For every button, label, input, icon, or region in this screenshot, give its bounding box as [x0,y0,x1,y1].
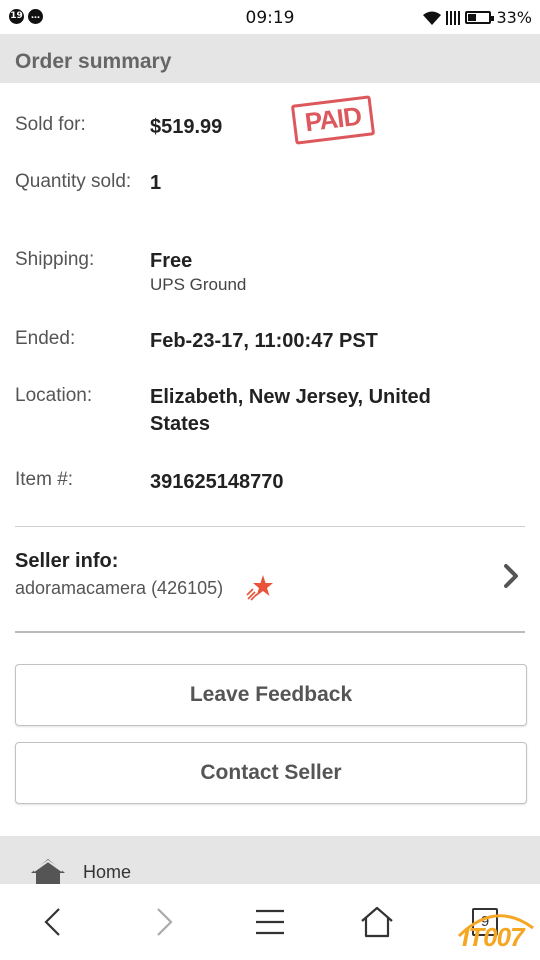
status-bar: 19 … 09:19 33% [0,0,540,34]
back-icon[interactable] [36,904,72,940]
quantity-label: Quantity sold: [15,171,132,192]
signal-icon [446,10,461,25]
footer-nav: Home [0,836,540,886]
home-nav-icon[interactable] [359,904,395,940]
seller-star-icon [246,575,273,601]
home-link[interactable]: Home [20,850,160,886]
shipping-service: UPS Ground [150,275,247,294]
location-label: Location: [15,385,93,406]
item-number-label: Item #: [15,469,74,490]
location-value: Elizabeth, New Jersey, United States [150,386,431,435]
shipping-label: Shipping: [15,249,95,270]
home-icon [31,859,65,886]
chevron-right-icon [504,564,518,588]
sold-for-label: Sold for: [15,114,86,135]
watermark-text: IT007 [462,922,524,952]
leave-feedback-button[interactable]: Leave Feedback [15,664,527,726]
divider [15,526,525,527]
status-right: 33% [423,8,532,27]
seller-name: adoramacamera (426105) [15,578,224,598]
shipping-value: Free [150,250,193,272]
battery-icon [465,11,495,24]
ended-label: Ended: [15,328,76,349]
divider [15,631,525,633]
battery-percent: 33% [496,8,532,27]
forward-icon[interactable] [145,904,181,940]
item-number-value: 391625148770 [150,471,284,493]
seller-info-title: Seller info: [15,550,119,572]
order-summary-header: Order summary [0,34,540,83]
menu-icon[interactable] [252,904,288,940]
quantity-value: 1 [150,172,162,194]
seller-info-row[interactable]: Seller info: adoramacamera (426105) [0,540,540,620]
contact-seller-button[interactable]: Contact Seller [15,742,527,804]
home-label: Home [83,862,132,882]
wifi-icon [423,11,442,25]
ended-value: Feb-23-17, 11:00:47 PST [150,330,378,352]
page-title: Order summary [15,50,172,73]
